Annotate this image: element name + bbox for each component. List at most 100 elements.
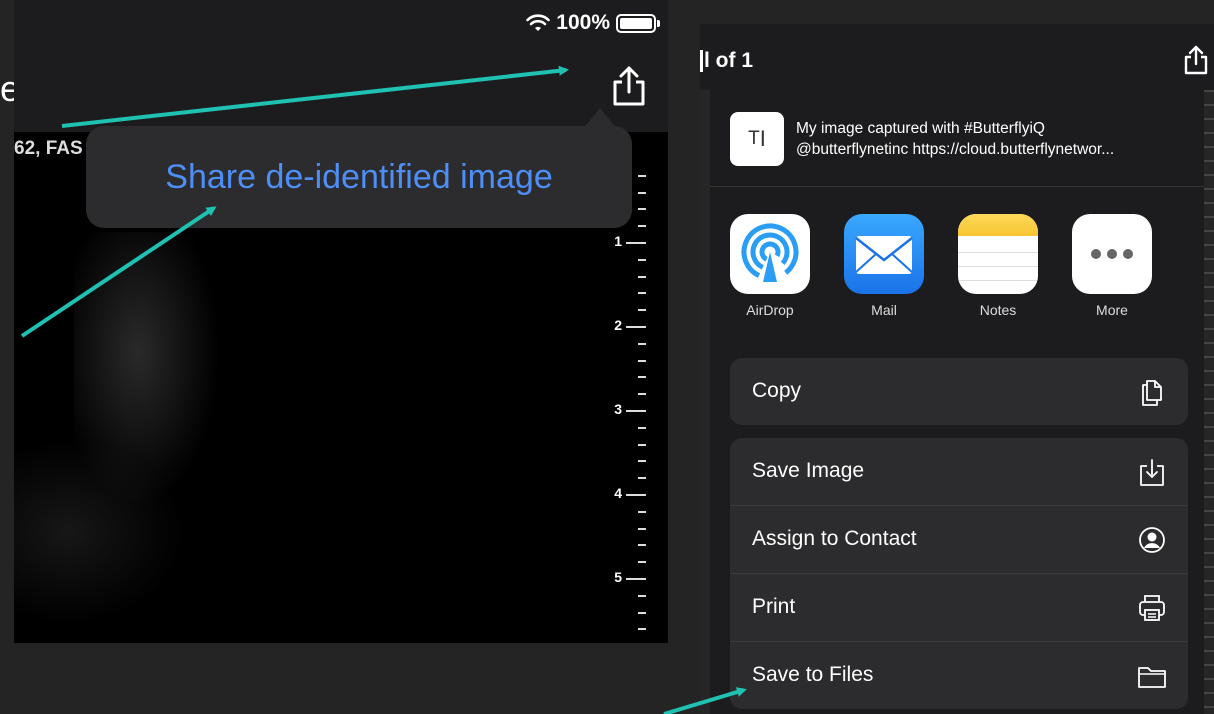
notes-line	[958, 252, 1038, 253]
app-notes[interactable]: Notes	[958, 214, 1038, 318]
minor-tick	[638, 309, 646, 312]
minor-tick	[638, 561, 646, 564]
minor-tick	[638, 292, 646, 295]
app-mail[interactable]: Mail	[844, 214, 924, 318]
share-popover[interactable]: Share de-identified image	[86, 126, 632, 228]
share-icon[interactable]	[610, 64, 648, 108]
action-label: Save to Files	[752, 663, 874, 686]
minor-tick	[638, 594, 646, 597]
left-panel: e 100% 62, FAS 1 2 3 4 5 Share de-identi…	[0, 0, 700, 714]
text-cursor-icon: I	[759, 126, 766, 151]
minor-tick	[638, 544, 646, 547]
app-label: More	[1096, 302, 1128, 318]
major-tick	[626, 242, 646, 244]
major-tick	[626, 326, 646, 328]
minor-tick	[638, 527, 646, 530]
minor-tick	[638, 258, 646, 261]
share-preview: TI My image captured with #ButterflyiQ @…	[730, 110, 1180, 166]
notes-line	[958, 266, 1038, 267]
depth-label: 2	[614, 317, 622, 333]
minor-tick	[638, 191, 646, 194]
minor-tick	[638, 477, 646, 480]
action-copy[interactable]: Copy	[730, 358, 1188, 425]
minor-tick	[638, 426, 646, 429]
right-top-strip	[700, 0, 1214, 24]
action-label: Print	[752, 595, 796, 618]
depth-label: 4	[614, 485, 622, 501]
minor-tick	[638, 510, 646, 513]
major-tick	[626, 494, 646, 496]
action-label: Assign to Contact	[752, 527, 917, 550]
popover-arrow	[584, 108, 616, 128]
save-image-icon	[1140, 459, 1164, 486]
page-count: l of 1	[704, 49, 754, 72]
dot	[1091, 249, 1101, 259]
preview-text: My image captured with #ButterflyiQ @but…	[796, 118, 1186, 160]
sheet-backdrop	[700, 90, 710, 714]
action-label: Copy	[752, 379, 802, 402]
left-screen: 100% 62, FAS 1 2 3 4 5	[14, 0, 668, 643]
sheet-backdrop	[1204, 90, 1214, 714]
preview-line-1: My image captured with #ButterflyiQ	[796, 120, 1045, 137]
minor-tick	[638, 611, 646, 614]
dot	[1123, 249, 1133, 259]
app-label: AirDrop	[746, 302, 794, 318]
mail-icon	[844, 214, 924, 294]
dot	[1107, 249, 1117, 259]
airdrop-icon	[730, 214, 810, 294]
action-group-copy: Copy	[730, 358, 1188, 425]
battery-icon	[616, 13, 660, 33]
depth-label: 3	[614, 401, 622, 417]
image-header: 62, FAS	[14, 138, 83, 159]
notes-line	[958, 280, 1038, 281]
status-bar: 100%	[526, 10, 660, 36]
app-label: Notes	[979, 302, 1017, 318]
share-sheet: TI My image captured with #ButterflyiQ @…	[710, 90, 1204, 714]
action-save-files[interactable]: Save to Files	[730, 642, 1188, 709]
echo-texture	[14, 432, 194, 632]
folder-icon	[1138, 667, 1166, 688]
battery-percent: 100%	[556, 11, 610, 34]
minor-tick	[638, 393, 646, 396]
minor-tick	[638, 225, 646, 228]
apps-row: AirDrop Mail Notes More	[730, 214, 1170, 324]
notes-header	[958, 214, 1038, 236]
preview-line-2: @butterflynetinc https://cloud.butterfly…	[796, 141, 1115, 158]
depth-label: 1	[614, 233, 622, 249]
major-tick	[626, 410, 646, 412]
more-icon	[1072, 214, 1152, 294]
print-icon	[1139, 595, 1165, 621]
right-toolbar	[700, 24, 1214, 90]
screenshot-frame: e 100% 62, FAS 1 2 3 4 5 Share de-identi…	[0, 0, 1214, 714]
action-label: Save Image	[752, 459, 865, 482]
right-panel: l of 1 TI My image captured with #Butter…	[700, 0, 1214, 714]
copy-icon	[1142, 380, 1162, 406]
minor-tick	[638, 443, 646, 446]
wifi-icon	[526, 14, 551, 31]
action-assign-contact[interactable]: Assign to Contact	[730, 506, 1188, 574]
depth-label: 5	[614, 569, 622, 585]
action-print[interactable]: Print	[730, 574, 1188, 642]
minor-tick	[638, 342, 646, 345]
minor-tick	[638, 275, 646, 278]
thumbnail-text: T	[748, 128, 760, 149]
edge-text: e	[0, 68, 14, 109]
minor-tick	[638, 460, 646, 463]
action-save-image[interactable]: Save Image	[730, 438, 1188, 506]
minor-tick	[638, 174, 646, 177]
text-thumbnail: TI	[730, 112, 784, 166]
share-deidentified-button[interactable]: Share de-identified image	[165, 158, 552, 197]
minor-tick	[638, 359, 646, 362]
minor-tick	[638, 208, 646, 211]
battery-fill	[620, 17, 652, 29]
share-icon[interactable]	[1182, 44, 1210, 76]
app-airdrop[interactable]: AirDrop	[730, 214, 810, 318]
app-more[interactable]: More	[1072, 214, 1152, 318]
divider	[710, 186, 1204, 187]
action-group-main: Save Image Assign to Contact Print Save …	[730, 438, 1188, 709]
contact-icon	[1139, 527, 1165, 553]
minor-tick	[638, 376, 646, 379]
notes-icon	[958, 214, 1038, 294]
app-label: Mail	[871, 302, 897, 318]
page-indicator-bar	[700, 50, 703, 72]
